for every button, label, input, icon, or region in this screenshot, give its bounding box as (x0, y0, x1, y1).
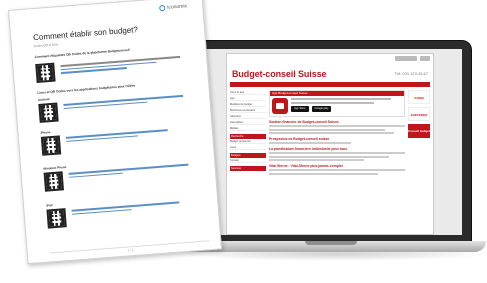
site-telephone: Tél. 031 123 45 67 (394, 71, 428, 76)
qr-block: Windows Phone (43, 154, 205, 194)
sidebar-item[interactable]: Budget personnel (230, 139, 266, 144)
qr-code-icon (40, 135, 62, 156)
app-store-button[interactable]: App Store (291, 106, 309, 112)
sidebar-heading: Services (230, 166, 266, 171)
sidebar-item[interactable]: Association (230, 120, 266, 125)
sidebar-item[interactable]: Adresses (230, 114, 266, 119)
site-ads: coop RAIFFEISEN Conseil budget (408, 90, 430, 176)
qr-code-icon (43, 171, 64, 192)
qr-code-icon (35, 62, 56, 84)
site-header: Budget-conseil Suisse Tél. 031 123 45 67 (227, 64, 433, 82)
coop-ad[interactable]: coop (408, 90, 430, 104)
iconomix-logo: iconomix (159, 3, 188, 12)
site-top-bar (227, 54, 433, 64)
site-title[interactable]: Budget-conseil Suisse (232, 69, 327, 79)
document-subtitle: Codes QR et liens (33, 42, 59, 49)
sidebar-item[interactable]: Liens (230, 145, 266, 150)
laptop-screen: Budget-conseil Suisse Tél. 031 123 45 67… (206, 49, 462, 235)
logo-icon (159, 4, 166, 12)
qr-block: iPhone (40, 119, 202, 159)
printed-sheet: iconomix Comment établir son budget? Cod… (8, 0, 222, 265)
language-switch[interactable] (420, 56, 430, 61)
sidebar-item[interactable]: Liens et app (230, 90, 266, 95)
page-number: 1 / 1 (127, 248, 134, 253)
logo-text: iconomix (167, 3, 188, 11)
article-heading[interactable]: Soutien financier de Budget-conseil Suis… (269, 120, 405, 124)
site-body: Liens et app App Modèles de budget Broch… (227, 87, 433, 179)
sidebar-item[interactable]: Médias (230, 126, 266, 131)
app-promo-box: App Budget-conseil Suisse App Store Goog… (269, 90, 405, 117)
qr-code-icon (46, 208, 67, 229)
sidebar-item[interactable]: App (230, 96, 266, 101)
qr-code-icon (38, 102, 59, 123)
raiffeisen-ad[interactable]: RAIFFEISEN (408, 107, 430, 121)
app-icon[interactable] (272, 98, 288, 114)
promo-ad[interactable]: Conseil budget (408, 124, 430, 138)
article-heading[interactable]: La planification financière individuelle… (269, 147, 405, 151)
laptop-notch (305, 241, 357, 245)
budget-website: Budget-conseil Suisse Tél. 031 123 45 67… (226, 53, 434, 235)
document-title: Comment établir son budget? (32, 25, 139, 43)
sidebar-item[interactable]: Brochures et dossiers (230, 108, 266, 113)
article-heading[interactable]: Prospectus de Budget-conseil suisse (269, 137, 405, 141)
sidebar-item[interactable]: Contact (230, 158, 266, 163)
qr-block: iPad (46, 191, 208, 231)
sidebar-item[interactable]: Modèles de budget (230, 102, 266, 107)
search-box[interactable] (395, 56, 417, 61)
app-promo-title: App Budget-conseil Suisse (270, 91, 404, 96)
article-heading[interactable]: Vital Sterne : Vital-Sterne plus jamais … (269, 164, 405, 168)
site-main: App Budget-conseil Suisse App Store Goog… (269, 90, 405, 176)
stage: Budget-conseil Suisse Tél. 031 123 45 67… (0, 0, 487, 283)
site-sidebar: Liens et app App Modèles de budget Broch… (230, 90, 266, 176)
google-play-button[interactable]: Google play (311, 106, 332, 112)
